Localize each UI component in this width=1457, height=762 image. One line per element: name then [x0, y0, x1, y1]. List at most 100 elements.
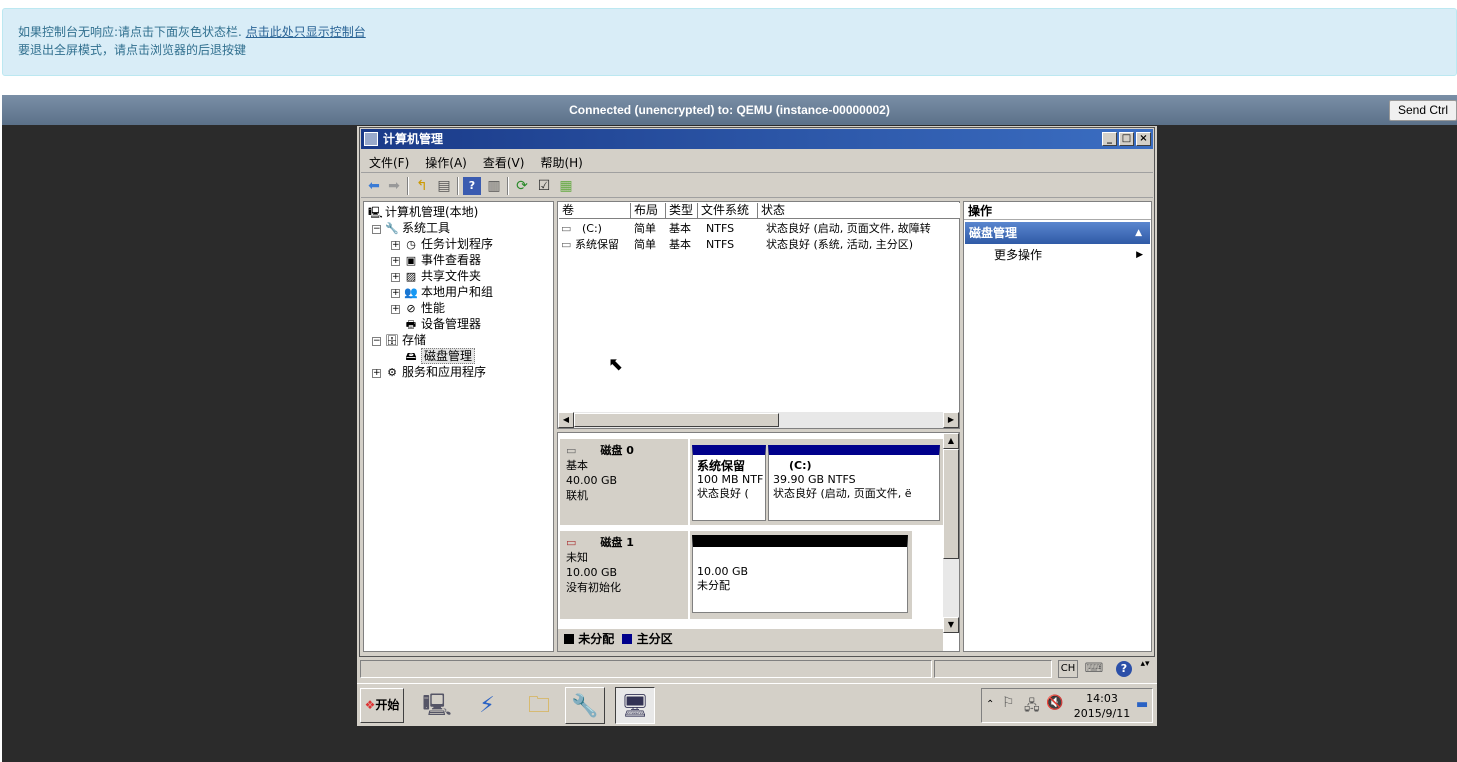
- tree-item-shared-folders[interactable]: + ▨ 共享文件夹: [391, 268, 481, 284]
- show-hide-tree-icon[interactable]: ▤: [435, 177, 453, 195]
- start-button[interactable]: ❖开始: [360, 688, 404, 723]
- forward-arrow-icon[interactable]: ➡: [385, 177, 403, 195]
- scroll-thumb[interactable]: [943, 449, 959, 559]
- tree-item-services-apps[interactable]: + ⚙ 服务和应用程序: [372, 364, 486, 380]
- close-button[interactable]: ×: [1136, 132, 1151, 146]
- minimize-button[interactable]: _: [1102, 132, 1117, 146]
- vnc-canvas[interactable]: 计算机管理 _ □ × 文件(F) 操作(A) 查看(V) 帮助(H) ⬅ ➡ ↰ ▤…: [2, 125, 1457, 762]
- disk-uninitialized-icon: ▭: [566, 536, 577, 549]
- expand-toggle[interactable]: +: [391, 305, 400, 314]
- send-ctrl-alt-del-button[interactable]: Send Ctrl: [1388, 100, 1457, 121]
- explorer-folder-icon[interactable]: 🗀: [519, 687, 559, 724]
- vnc-status-bar[interactable]: Connected (unencrypted) to: QEMU (instan…: [2, 95, 1457, 125]
- partition-c-drive[interactable]: (C:) 39.90 GB NTFS 状态良好 (启动, 页面文件, ë: [768, 445, 940, 521]
- windows-flag-icon: ❖: [364, 698, 376, 712]
- powershell-icon[interactable]: ⚡: [467, 687, 507, 724]
- remote-desktop[interactable]: 计算机管理 _ □ × 文件(F) 操作(A) 查看(V) 帮助(H) ⬅ ➡ ↰ ▤…: [357, 126, 1157, 726]
- collapse-up-icon[interactable]: ▲: [1135, 222, 1142, 244]
- tree-item-label: 系统工具: [402, 221, 451, 235]
- disk-size: 40.00 GB: [566, 474, 618, 487]
- disk-management-icon: 🖴: [405, 350, 417, 363]
- legend-label-unallocated: 未分配: [578, 632, 615, 646]
- menu-file[interactable]: 文件(F): [361, 151, 417, 174]
- column-header-layout[interactable]: 布局: [631, 203, 666, 219]
- expand-toggle[interactable]: +: [391, 257, 400, 266]
- scroll-up-button[interactable]: ▲: [943, 433, 959, 449]
- clock-date: 2015/9/11: [1073, 707, 1131, 720]
- window-status-bar: CH ⌨ ? ▴▾: [358, 658, 1154, 680]
- expand-toggle[interactable]: +: [372, 369, 381, 378]
- menu-help[interactable]: 帮助(H): [532, 151, 590, 174]
- action-center-flag-icon[interactable]: ⚐: [1002, 695, 1015, 711]
- window-titlebar[interactable]: 计算机管理 _ □ ×: [361, 129, 1153, 149]
- show-console-only-link[interactable]: 点击此处只显示控制台: [246, 25, 366, 39]
- tree-item-label: 共享文件夹: [421, 269, 482, 283]
- menu-action[interactable]: 操作(A): [417, 151, 475, 174]
- column-header-volume[interactable]: 卷: [559, 203, 631, 219]
- computer-management-taskbar-icon[interactable]: 🖥: [615, 687, 655, 724]
- help-icon[interactable]: ?: [463, 177, 481, 195]
- more-actions-item[interactable]: 更多操作 ▶: [964, 244, 1151, 264]
- server-manager-icon[interactable]: 🖳: [417, 687, 457, 724]
- admin-tools-icon[interactable]: 🔧: [565, 687, 605, 724]
- scroll-down-button[interactable]: ▼: [943, 617, 959, 633]
- tree-item-performance[interactable]: + ⊘ 性能: [391, 300, 445, 316]
- menu-bar: 文件(F) 操作(A) 查看(V) 帮助(H): [361, 151, 1153, 173]
- chevron-right-icon: ▶: [1136, 250, 1143, 260]
- language-indicator[interactable]: CH: [1058, 660, 1078, 678]
- help-icon[interactable]: ?: [1116, 661, 1132, 677]
- legend-swatch-primary: [622, 634, 633, 644]
- partition-unallocated[interactable]: 10.00 GB 未分配: [692, 535, 908, 613]
- show-hidden-icons-icon[interactable]: ⌃: [986, 699, 994, 710]
- scroll-left-button[interactable]: ◀: [558, 412, 574, 428]
- computer-icon: 🖳: [368, 206, 383, 219]
- table-cell: NTFS: [706, 222, 735, 235]
- maximize-button[interactable]: □: [1119, 132, 1134, 146]
- column-header-status[interactable]: 状态: [758, 203, 960, 219]
- show-desktop-icon[interactable]: ▬: [1136, 697, 1148, 712]
- tree-item-event-viewer[interactable]: + ▣ 事件查看器: [391, 252, 481, 268]
- options-icon[interactable]: ▴▾: [1140, 660, 1150, 678]
- scroll-thumb[interactable]: [574, 413, 779, 427]
- back-arrow-icon[interactable]: ⬅: [365, 177, 383, 195]
- disk-name: 磁盘 1: [600, 536, 634, 549]
- partition-system-reserved[interactable]: 系统保留 100 MB NTF 状态良好 (: [692, 445, 766, 521]
- performance-gauge-icon: ⊘: [406, 302, 416, 315]
- disk-0-info[interactable]: ▭ 磁盘 0 基本 40.00 GB 联机: [560, 439, 688, 525]
- up-folder-icon[interactable]: ↰: [413, 177, 431, 195]
- properties-icon[interactable]: ☑: [535, 177, 553, 195]
- expand-toggle[interactable]: +: [391, 289, 400, 298]
- collapse-toggle[interactable]: −: [372, 225, 381, 234]
- disk-1-info[interactable]: ▭ 磁盘 1 未知 10.00 GB 没有初始化: [560, 531, 688, 619]
- expand-toggle[interactable]: +: [391, 241, 400, 250]
- column-header-type[interactable]: 类型: [666, 203, 698, 219]
- actions-section-label: 磁盘管理: [969, 226, 1018, 240]
- keyboard-icon[interactable]: ⌨: [1084, 660, 1104, 678]
- tree-item-system-tools[interactable]: − 🔧 系统工具: [372, 220, 450, 236]
- partition-name: 系统保留: [697, 459, 746, 473]
- network-icon[interactable]: 🖧: [1024, 695, 1040, 719]
- volume-muted-icon[interactable]: 🔇: [1046, 695, 1063, 711]
- disk-type: 基本: [566, 459, 588, 472]
- help-topics-icon[interactable]: ▦: [557, 177, 575, 195]
- tree-item-local-users[interactable]: + 👥 本地用户和组: [391, 284, 493, 300]
- tree-item-storage[interactable]: − 🗄 存储: [372, 332, 426, 348]
- tree-item-disk-management[interactable]: 🖴 磁盘管理: [404, 348, 476, 364]
- scroll-right-button[interactable]: ▶: [943, 412, 959, 428]
- drive-icon: ▭: [561, 238, 572, 251]
- tree-item-task-scheduler[interactable]: + ◷ 任务计划程序: [391, 236, 493, 252]
- tree-item-device-manager[interactable]: 🖶 设备管理器: [404, 316, 481, 332]
- collapse-toggle[interactable]: −: [372, 337, 381, 346]
- refresh-icon[interactable]: ⟳: [513, 177, 531, 195]
- partition-status: 状态良好 (: [697, 487, 749, 500]
- vertical-scrollbar[interactable]: ▲ ▼: [943, 433, 959, 633]
- show-hide-action-pane-icon[interactable]: ▥: [485, 177, 503, 195]
- menu-view[interactable]: 查看(V): [475, 151, 533, 174]
- expand-toggle[interactable]: +: [391, 273, 400, 282]
- legend-swatch-unallocated: [564, 634, 574, 644]
- horizontal-scrollbar[interactable]: ◀ ▶: [558, 412, 959, 428]
- column-header-filesystem[interactable]: 文件系统: [698, 203, 758, 219]
- actions-section-disk-management[interactable]: 磁盘管理 ▲: [965, 222, 1150, 244]
- tree-item-root[interactable]: 🖳 计算机管理(本地): [368, 204, 478, 220]
- clock[interactable]: 14:03 2015/9/11: [1070, 691, 1134, 721]
